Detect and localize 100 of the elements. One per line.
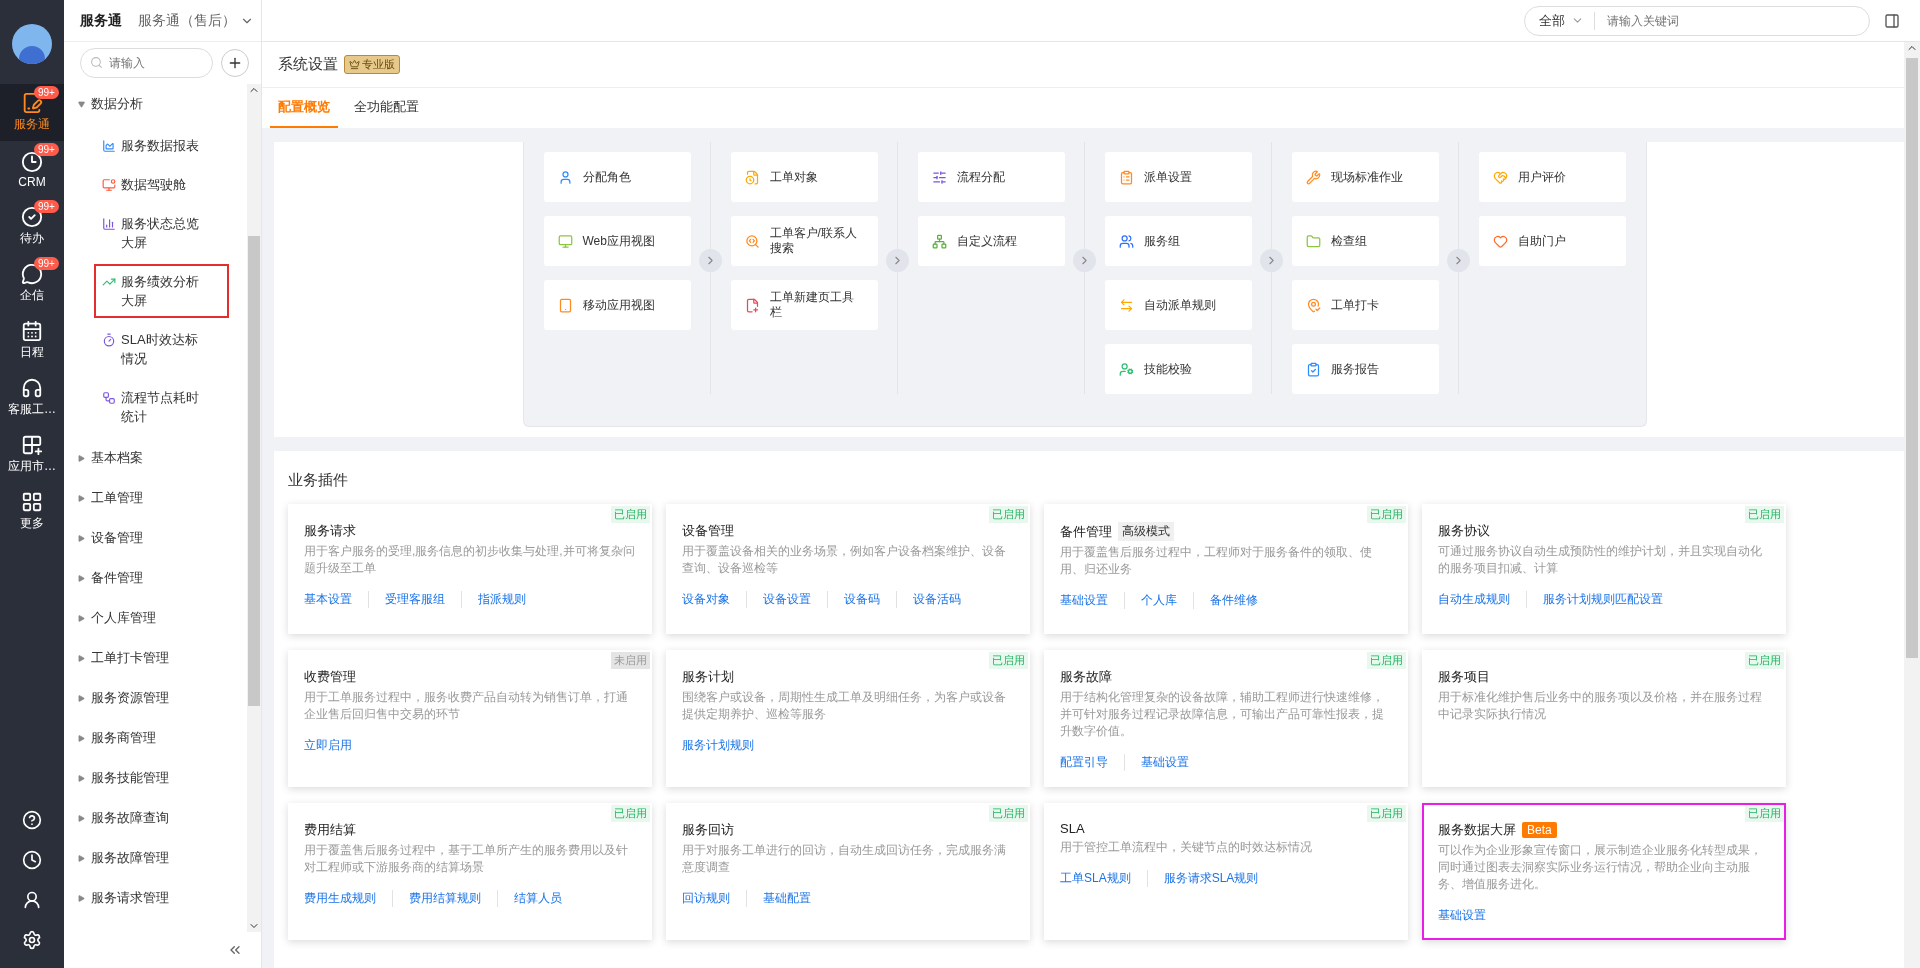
plus-icon xyxy=(227,55,243,71)
scrollbar[interactable] xyxy=(247,84,261,932)
nav-group[interactable]: 服务商管理 xyxy=(64,718,247,758)
config-item[interactable]: Web应用视图 xyxy=(543,216,691,266)
card-title: 服务请求 xyxy=(304,522,356,540)
user-list-icon[interactable] xyxy=(22,890,42,910)
rail-item[interactable]: 待办 99+ xyxy=(0,198,64,255)
config-item[interactable]: 派单设置 xyxy=(1104,152,1252,202)
card-link[interactable]: 费用结算规则 xyxy=(392,890,497,907)
add-button[interactable] xyxy=(221,49,249,77)
nav-group[interactable]: 服务技能管理 xyxy=(64,758,247,798)
panel-icon[interactable] xyxy=(1884,12,1900,29)
nav-group[interactable]: 服务故障管理 xyxy=(64,838,247,878)
card-link[interactable]: 基础设置 xyxy=(1060,592,1124,609)
config-item[interactable]: 分配角色 xyxy=(543,152,691,202)
headphones-icon xyxy=(21,377,43,399)
rail-item[interactable]: 服务通 99+ xyxy=(0,84,64,141)
nav-item[interactable]: 服务绩效分析大屏 xyxy=(94,264,229,318)
card-link[interactable]: 基本设置 xyxy=(304,591,368,608)
card-link[interactable]: 受理客服组 xyxy=(368,591,461,608)
config-item[interactable]: 自助门户 xyxy=(1479,216,1626,266)
tab[interactable]: 全功能配置 xyxy=(346,88,427,128)
nav-group[interactable]: 数据分析 xyxy=(64,84,247,124)
config-item[interactable]: 流程分配 xyxy=(917,152,1065,202)
card-description: 用于对服务工单进行的回访，自动生成回访任务，完成服务满意度调查 xyxy=(682,842,1007,876)
card-link[interactable]: 服务计划规则 xyxy=(682,737,770,754)
rail-item[interactable]: CRM 99+ xyxy=(0,141,64,198)
rail-item[interactable]: 客服工… xyxy=(0,369,64,426)
nav-item[interactable]: SLA时效达标情况 xyxy=(94,322,229,376)
avatar[interactable] xyxy=(12,24,52,64)
card-link[interactable]: 基础配置 xyxy=(746,890,827,907)
card-link[interactable]: 回访规则 xyxy=(682,890,746,907)
card-link[interactable]: 配置引导 xyxy=(1060,754,1124,771)
nav-group[interactable]: 工单管理 xyxy=(64,478,247,518)
card-link[interactable]: 设备对象 xyxy=(682,591,746,608)
card-link[interactable]: 设备设置 xyxy=(746,591,827,608)
nav-item[interactable]: 服务状态总览大屏 xyxy=(94,206,229,260)
swap-icon xyxy=(1118,297,1134,313)
card-title: 收费管理 xyxy=(304,668,356,686)
nav-group[interactable]: 基本档案 xyxy=(64,438,247,478)
card-link[interactable]: 备件维修 xyxy=(1193,592,1274,609)
rail-item[interactable]: 企信 99+ xyxy=(0,255,64,312)
nav-item[interactable]: 数据驾驶舱 xyxy=(94,167,229,202)
rail-item[interactable]: 更多 xyxy=(0,483,64,540)
count-badge: 99+ xyxy=(34,86,59,99)
nav-group[interactable]: 服务请求管理 xyxy=(64,878,247,918)
heart-hand-icon xyxy=(1493,169,1508,185)
config-item[interactable]: 技能校验 xyxy=(1104,344,1252,394)
config-item[interactable]: 工单对象 xyxy=(730,152,878,202)
nav-item[interactable]: 流程节点耗时统计 xyxy=(94,380,229,434)
card-link[interactable]: 费用生成规则 xyxy=(304,890,392,907)
card-link[interactable]: 设备码 xyxy=(827,591,896,608)
rail-item[interactable]: 应用市… xyxy=(0,426,64,483)
scope-dropdown[interactable]: 全部 xyxy=(1539,11,1595,30)
card-link[interactable]: 设备活码 xyxy=(896,591,977,608)
config-item[interactable]: 检查组 xyxy=(1291,216,1439,266)
config-item[interactable]: 移动应用视图 xyxy=(543,280,691,330)
card-link[interactable]: 工单SLA规则 xyxy=(1060,870,1147,887)
config-item[interactable]: 工单新建页工具栏 xyxy=(730,280,878,330)
grid-icon xyxy=(21,491,43,513)
settings-icon[interactable] xyxy=(22,930,42,950)
card-description: 用于覆盖售后服务过程中，工程师对于服务备件的领取、使用、归还业务 xyxy=(1060,544,1373,578)
caret-right-icon xyxy=(78,534,85,542)
config-item[interactable]: 用户评价 xyxy=(1479,152,1626,202)
card-link[interactable]: 个人库 xyxy=(1124,592,1193,609)
scroll-thumb[interactable] xyxy=(248,236,260,706)
nav-item[interactable]: 服务数据报表 xyxy=(94,128,229,163)
config-item[interactable]: 工单客户/联系人搜索 xyxy=(730,216,878,266)
card-title: 服务项目 xyxy=(1438,668,1490,686)
help-icon[interactable] xyxy=(22,810,42,830)
nav-group[interactable]: 设备管理 xyxy=(64,518,247,558)
nav-group[interactable]: 服务资源管理 xyxy=(64,678,247,718)
config-item[interactable]: 服务组 xyxy=(1104,216,1252,266)
config-item[interactable]: 服务报告 xyxy=(1291,344,1439,394)
config-item[interactable]: 工单打卡 xyxy=(1291,280,1439,330)
document-plus-icon xyxy=(744,297,760,313)
card-link[interactable]: 立即启用 xyxy=(304,737,368,754)
config-item[interactable]: 现场标准作业 xyxy=(1291,152,1439,202)
search-field[interactable]: 请输入 xyxy=(80,48,213,78)
card-link[interactable]: 指派规则 xyxy=(461,591,542,608)
card-link[interactable]: 服务请求SLA规则 xyxy=(1146,870,1275,887)
nav-group[interactable]: 服务故障查询 xyxy=(64,798,247,838)
card-link[interactable]: 基础设置 xyxy=(1124,754,1205,771)
app-switcher[interactable]: 服务通（售后） xyxy=(138,11,254,30)
config-item[interactable]: 自定义流程 xyxy=(917,216,1065,266)
nav-group[interactable]: 备件管理 xyxy=(64,558,247,598)
clock-icon[interactable] xyxy=(22,850,42,870)
card-description: 用于标准化维护售后业务中的服务项以及价格，并在服务过程中记录实际执行情况 xyxy=(1438,689,1763,723)
card-link[interactable]: 基础设置 xyxy=(1438,907,1502,924)
config-item[interactable]: 自动派单规则 xyxy=(1104,280,1252,330)
card-link[interactable]: 自动生成规则 xyxy=(1438,591,1526,608)
card-link[interactable]: 结算人员 xyxy=(497,890,578,907)
card-link[interactable]: 服务计划规则匹配设置 xyxy=(1526,591,1679,608)
status-tag: 已启用 xyxy=(1745,506,1784,523)
status-tag: 已启用 xyxy=(989,805,1028,822)
rail-item[interactable]: 日程 xyxy=(0,312,64,369)
nav-group[interactable]: 工单打卡管理 xyxy=(64,638,247,678)
nav-group[interactable]: 个人库管理 xyxy=(64,598,247,638)
scroll-thumb[interactable] xyxy=(1906,58,1918,658)
count-badge: 99+ xyxy=(34,257,59,270)
